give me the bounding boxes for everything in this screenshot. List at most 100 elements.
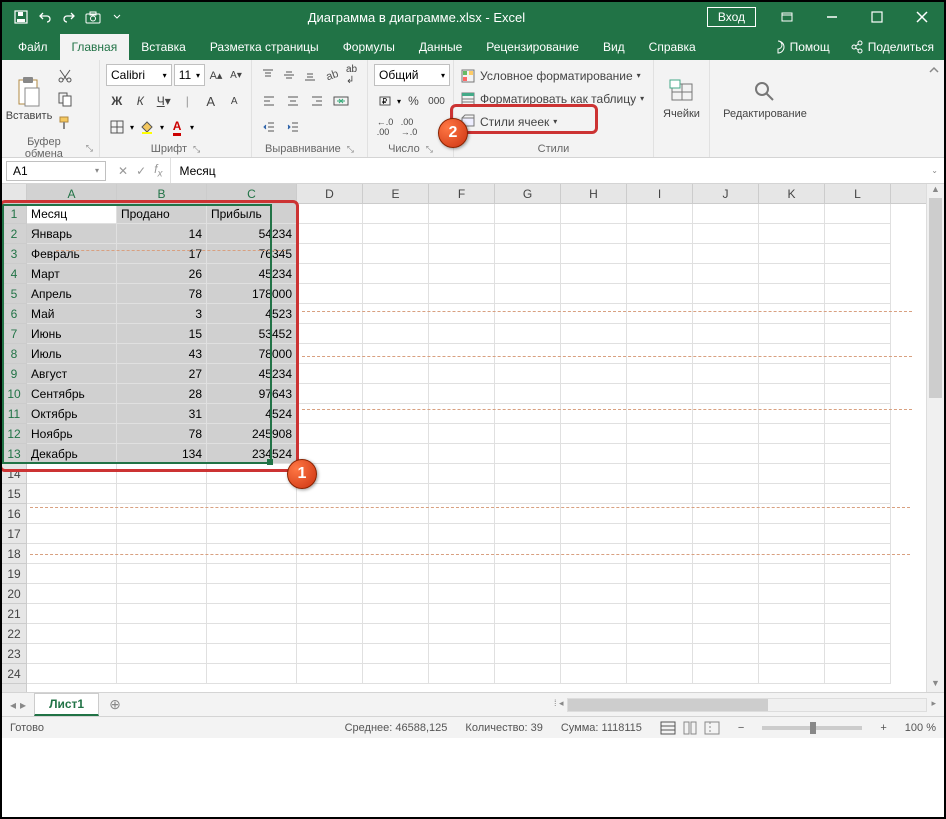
cell[interactable] (363, 224, 429, 244)
cell[interactable] (825, 504, 891, 524)
cell[interactable] (297, 344, 363, 364)
cells-button[interactable]: Ячейки (661, 64, 703, 134)
row-header[interactable]: 19 (2, 564, 26, 584)
column-header[interactable]: C (207, 184, 297, 203)
row-header[interactable]: 4 (2, 264, 26, 284)
camera-icon[interactable] (84, 8, 102, 26)
orientation-icon[interactable]: ab (321, 64, 340, 86)
cell[interactable] (825, 384, 891, 404)
cell[interactable] (759, 584, 825, 604)
cell[interactable] (117, 584, 207, 604)
font-size-combo[interactable]: 11▾ (174, 64, 205, 86)
cell[interactable] (495, 344, 561, 364)
cell[interactable] (297, 424, 363, 444)
cell[interactable] (627, 324, 693, 344)
cell[interactable]: 17 (117, 244, 207, 264)
cell[interactable] (297, 404, 363, 424)
cell[interactable] (495, 324, 561, 344)
cell[interactable] (693, 504, 759, 524)
cell[interactable] (363, 264, 429, 284)
cell[interactable]: Октябрь (27, 404, 117, 424)
cell[interactable] (117, 484, 207, 504)
qat-dropdown-icon[interactable] (108, 8, 126, 26)
cell[interactable] (207, 644, 297, 664)
number-format-combo[interactable]: Общий▾ (374, 64, 450, 86)
vertical-scrollbar[interactable]: ▲ ▼ (926, 184, 944, 692)
view-page-layout-icon[interactable] (682, 721, 698, 735)
cell[interactable] (363, 564, 429, 584)
cell[interactable] (27, 544, 117, 564)
cell[interactable] (759, 384, 825, 404)
cell[interactable]: 14 (117, 224, 207, 244)
cell[interactable] (297, 664, 363, 684)
view-normal-icon[interactable] (660, 721, 676, 735)
share-button[interactable]: Поделиться (840, 34, 944, 60)
cell[interactable] (627, 524, 693, 544)
cell[interactable] (297, 564, 363, 584)
column-header[interactable]: G (495, 184, 561, 203)
column-headers[interactable]: ABCDEFGHIJKL (27, 184, 926, 204)
cell[interactable] (759, 564, 825, 584)
cell[interactable] (561, 284, 627, 304)
align-middle-icon[interactable] (279, 64, 298, 86)
column-header[interactable]: H (561, 184, 627, 203)
row-header[interactable]: 1 (2, 204, 26, 224)
cell[interactable] (561, 584, 627, 604)
cell[interactable]: Январь (27, 224, 117, 244)
enter-formula-icon[interactable]: ✓ (136, 164, 146, 178)
cell[interactable] (627, 204, 693, 224)
row-header[interactable]: 10 (2, 384, 26, 404)
tab-home[interactable]: Главная (60, 34, 130, 60)
cell[interactable] (627, 424, 693, 444)
increase-decimal-icon[interactable]: ←.0.00 (374, 116, 396, 138)
cell[interactable] (693, 444, 759, 464)
cell[interactable] (429, 624, 495, 644)
cell[interactable] (693, 364, 759, 384)
cell[interactable] (297, 644, 363, 664)
cell[interactable] (825, 484, 891, 504)
row-header[interactable]: 9 (2, 364, 26, 384)
cell[interactable] (363, 324, 429, 344)
cell[interactable] (27, 564, 117, 584)
cut-icon[interactable] (54, 64, 76, 86)
cell[interactable] (495, 524, 561, 544)
cell[interactable]: 78000 (207, 344, 297, 364)
cell[interactable] (495, 564, 561, 584)
cell[interactable] (363, 244, 429, 264)
cell[interactable] (27, 464, 117, 484)
cell[interactable] (561, 304, 627, 324)
cell[interactable] (117, 544, 207, 564)
cell[interactable] (759, 524, 825, 544)
view-page-break-icon[interactable] (704, 721, 720, 735)
minimize-button[interactable] (809, 2, 854, 32)
formula-input[interactable]: Месяц (171, 164, 925, 178)
decrease-decimal-icon[interactable]: .00→.0 (398, 116, 420, 138)
cell[interactable] (693, 304, 759, 324)
add-sheet-button[interactable]: ⊕ (99, 696, 131, 713)
collapse-ribbon-icon[interactable] (928, 64, 940, 76)
row-header[interactable]: 14 (2, 464, 26, 484)
cell[interactable] (429, 644, 495, 664)
cell[interactable] (825, 244, 891, 264)
cell[interactable]: Декабрь (27, 444, 117, 464)
cell[interactable] (759, 624, 825, 644)
cell[interactable] (27, 584, 117, 604)
cell[interactable] (363, 304, 429, 324)
cell[interactable] (759, 644, 825, 664)
cell[interactable] (117, 524, 207, 544)
alignment-launcher-icon[interactable]: ⤡ (347, 144, 354, 155)
row-header[interactable]: 8 (2, 344, 26, 364)
cell[interactable] (429, 304, 495, 324)
row-header[interactable]: 5 (2, 284, 26, 304)
cell[interactable] (495, 544, 561, 564)
increase-font-icon[interactable]: A▴ (207, 64, 225, 86)
align-top-icon[interactable] (258, 64, 277, 86)
cell[interactable] (759, 504, 825, 524)
cell[interactable] (363, 524, 429, 544)
cell[interactable] (117, 644, 207, 664)
cell[interactable] (627, 544, 693, 564)
cell[interactable] (429, 204, 495, 224)
cell[interactable] (495, 624, 561, 644)
cell[interactable]: 26 (117, 264, 207, 284)
cell[interactable] (429, 544, 495, 564)
